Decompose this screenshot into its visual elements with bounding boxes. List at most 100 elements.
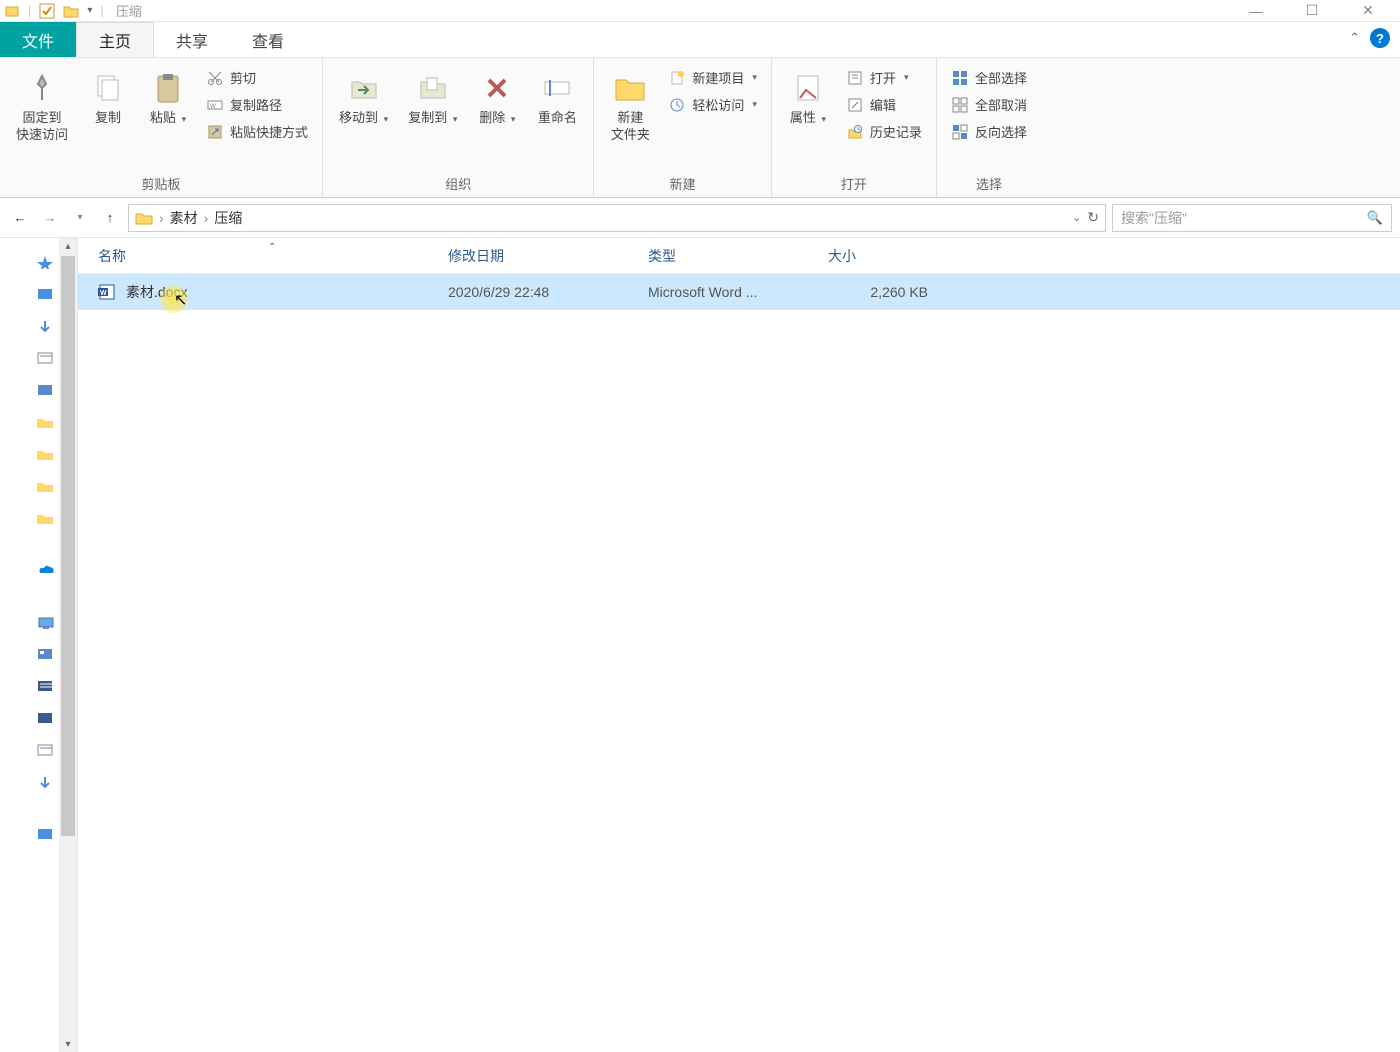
ribbon-group-open: 属性 ▾ 打开▾ 编辑 历史记录 打开 <box>772 58 937 197</box>
file-type: Microsoft Word ... <box>648 284 828 300</box>
organize-group-label: 组织 <box>333 172 583 195</box>
select-group-label: 选择 <box>947 172 1031 195</box>
folder-icon[interactable] <box>63 3 79 19</box>
pin-to-quick-access-button[interactable]: 固定到 快速访问 <box>10 64 74 148</box>
quick-access-toolbar: | ▾ | <box>4 3 104 19</box>
file-list: 名称⌃ 修改日期 类型 大小 W 素材.docx ↖ 2020/6/29 22:… <box>78 238 1400 1052</box>
svg-text:W: W <box>100 290 107 297</box>
window-controls: — ☐ ✕ <box>1240 1 1396 21</box>
shortcut-icon <box>206 123 224 141</box>
crumb-parent[interactable]: 素材 <box>170 208 198 228</box>
clipboard-group-label: 剪贴板 <box>10 172 312 195</box>
copy-path-button[interactable]: w 复制路径 <box>202 93 312 116</box>
select-all-icon <box>951 69 969 87</box>
ribbon-tabs: 文件 主页 共享 查看 ⌃ ? <box>0 22 1400 58</box>
search-input[interactable] <box>1121 210 1367 226</box>
open-icon <box>846 69 864 87</box>
history-icon <box>846 123 864 141</box>
tab-view[interactable]: 查看 <box>230 22 306 57</box>
tabs-right: ⌃ ? <box>1349 28 1390 48</box>
paste-shortcut-button[interactable]: 粘贴快捷方式 <box>202 120 312 143</box>
moveto-dropdown-icon[interactable]: ▾ <box>384 114 389 124</box>
column-type[interactable]: 类型 <box>648 246 828 266</box>
tab-file[interactable]: 文件 <box>0 22 76 57</box>
ribbon-group-new: 新建 文件夹 新建项目▾ 轻松访问▾ 新建 <box>594 58 772 197</box>
select-none-button[interactable]: 全部取消 <box>947 93 1031 116</box>
paste-dropdown-icon[interactable]: ▾ <box>182 114 187 124</box>
file-size: 2,260 KB <box>828 284 938 300</box>
refresh-icon[interactable]: ↻ <box>1087 209 1099 226</box>
rename-button[interactable]: 重命名 <box>531 64 583 131</box>
svg-text:w: w <box>209 101 216 110</box>
cut-button[interactable]: 剪切 <box>202 66 312 89</box>
title-bar: | ▾ | 压缩 — ☐ ✕ <box>0 0 1400 22</box>
navigation-pane[interactable]: ▴ ▾ <box>0 238 78 1052</box>
scroll-down-icon[interactable]: ▾ <box>59 1036 77 1052</box>
search-icon[interactable]: 🔍 <box>1367 210 1383 226</box>
recent-dropdown-icon[interactable]: ▾ <box>68 206 92 230</box>
back-button[interactable]: ← <box>8 206 32 230</box>
props-dropdown-icon[interactable]: ▾ <box>821 114 826 124</box>
main-area: ▴ ▾ 名称⌃ 修改日期 类型 大小 W 素材.docx ↖ 2020/6/29… <box>0 238 1400 1052</box>
easyaccess-dropdown-icon[interactable]: ▾ <box>752 99 757 110</box>
copy-button[interactable]: 复制 <box>82 64 134 131</box>
newitem-dropdown-icon[interactable]: ▾ <box>752 72 757 83</box>
properties-button[interactable]: 属性 ▾ <box>782 64 834 131</box>
column-name[interactable]: 名称⌃ <box>78 246 448 266</box>
scroll-up-icon[interactable]: ▴ <box>59 238 77 254</box>
new-folder-button[interactable]: 新建 文件夹 <box>604 64 656 148</box>
word-file-icon: W <box>98 283 116 301</box>
copyto-dropdown-icon[interactable]: ▾ <box>453 114 458 124</box>
file-name: 素材.docx <box>126 282 187 302</box>
sidebar-scrollbar[interactable]: ▴ ▾ <box>59 238 77 1052</box>
path-icon: w <box>206 96 224 114</box>
breadcrumb-folder-icon <box>135 210 153 226</box>
copy-to-button[interactable]: 复制到 ▾ <box>402 64 463 131</box>
tab-home[interactable]: 主页 <box>76 22 154 57</box>
checkbox-icon[interactable] <box>39 3 55 19</box>
open-group-label: 打开 <box>782 172 926 195</box>
navigation-bar: ← → ▾ ↑ › 素材 › 压缩 ⌄ ↻ 🔍 <box>0 198 1400 238</box>
up-button[interactable]: ↑ <box>98 206 122 230</box>
move-to-button[interactable]: 移动到 ▾ <box>333 64 394 131</box>
open-dropdown-icon[interactable]: ▾ <box>904 72 909 83</box>
new-group-label: 新建 <box>604 172 761 195</box>
scissors-icon <box>206 69 224 87</box>
crumb-current[interactable]: 压缩 <box>214 208 242 228</box>
new-item-button[interactable]: 新建项目▾ <box>664 66 761 89</box>
ribbon: 固定到 快速访问 复制 粘贴 ▾ 剪切 w 复制路径 <box>0 58 1400 198</box>
qat-separator: | <box>28 3 31 18</box>
minimize-button[interactable]: — <box>1240 1 1272 21</box>
ribbon-group-select: 全部选择 全部取消 反向选择 选择 <box>937 58 1041 197</box>
history-button[interactable]: 历史记录 <box>842 120 926 143</box>
forward-button[interactable]: → <box>38 206 62 230</box>
scroll-thumb[interactable] <box>61 256 75 836</box>
easy-access-button[interactable]: 轻松访问▾ <box>664 93 761 116</box>
file-date: 2020/6/29 22:48 <box>448 284 648 300</box>
select-all-button[interactable]: 全部选择 <box>947 66 1031 89</box>
crumb-separator-icon[interactable]: › <box>202 210 211 226</box>
close-button[interactable]: ✕ <box>1352 1 1384 21</box>
invert-icon <box>951 123 969 141</box>
invert-selection-button[interactable]: 反向选择 <box>947 120 1031 143</box>
qat-dropdown-icon[interactable]: ▾ <box>87 5 92 16</box>
ribbon-group-clipboard: 固定到 快速访问 复制 粘贴 ▾ 剪切 w 复制路径 <box>0 58 323 197</box>
file-row[interactable]: W 素材.docx ↖ 2020/6/29 22:48 Microsoft Wo… <box>78 274 1400 310</box>
ribbon-group-organize: 移动到 ▾ 复制到 ▾ 删除 ▾ 重命名 组织 <box>323 58 594 197</box>
column-size[interactable]: 大小 <box>828 246 938 266</box>
breadcrumb[interactable]: › 素材 › 压缩 ⌄ ↻ <box>128 204 1106 232</box>
delete-button[interactable]: 删除 ▾ <box>471 64 523 131</box>
paste-button[interactable]: 粘贴 ▾ <box>142 64 194 131</box>
delete-dropdown-icon[interactable]: ▾ <box>511 114 516 124</box>
column-date[interactable]: 修改日期 <box>448 246 648 266</box>
open-button[interactable]: 打开▾ <box>842 66 926 89</box>
collapse-ribbon-icon[interactable]: ⌃ <box>1349 30 1360 46</box>
help-icon[interactable]: ? <box>1370 28 1390 48</box>
edit-button[interactable]: 编辑 <box>842 93 926 116</box>
search-box[interactable]: 🔍 <box>1112 204 1392 232</box>
column-headers[interactable]: 名称⌃ 修改日期 类型 大小 <box>78 238 1400 274</box>
tab-share[interactable]: 共享 <box>154 22 230 57</box>
maximize-button[interactable]: ☐ <box>1296 1 1328 21</box>
crumb-separator-icon[interactable]: › <box>157 210 166 226</box>
address-dropdown-icon[interactable]: ⌄ <box>1072 211 1081 224</box>
